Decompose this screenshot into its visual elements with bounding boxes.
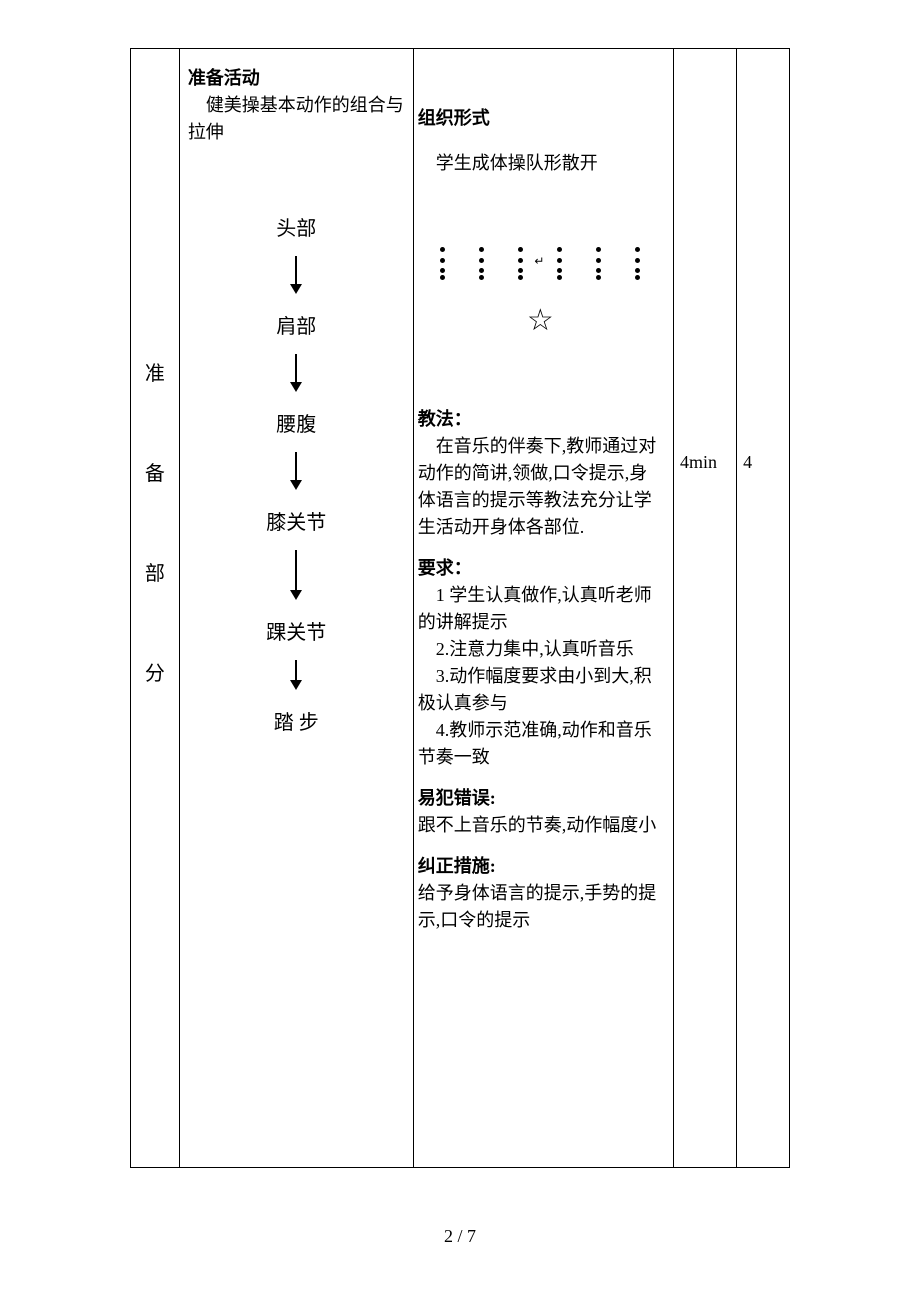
- dot-icon: [479, 258, 484, 263]
- dot-icon: [635, 275, 640, 280]
- dot-row: ↵: [440, 254, 640, 266]
- dot-icon: [596, 275, 601, 280]
- err-text: 跟不上音乐的节奏,动作幅度小: [418, 812, 663, 839]
- dot-icon: [518, 247, 523, 252]
- fix-text: 给予身体语言的提示,手势的提示,口令的提示: [418, 880, 663, 934]
- dot-icon: [557, 258, 562, 263]
- activity-title: 准备活动: [188, 65, 405, 92]
- dot-icon: [557, 247, 562, 252]
- dot-icon: [518, 258, 523, 263]
- dot-icon: [635, 258, 640, 263]
- stage-label-cell: 准 备 部 分: [131, 49, 180, 1168]
- flow-step-5: 踝关节: [266, 618, 326, 648]
- dot-icon: [596, 258, 601, 263]
- flow-step-6: 踏 步: [274, 708, 319, 738]
- arrow-down-icon: [295, 660, 297, 688]
- formation-diagram: ↵ ☆: [435, 247, 645, 336]
- lesson-table: 准 备 部 分 准备活动 健美操基本动作的组合与拉伸 头部 肩部: [130, 48, 790, 1168]
- time-value: 4min: [674, 49, 736, 476]
- arrow-down-icon: [295, 354, 297, 390]
- method-text: 在音乐的伴奏下,教师通过对动作的简讲,领做,口令提示,身体语言的提示等教法充分让…: [418, 433, 663, 541]
- flow-step-4: 膝关节: [266, 508, 326, 538]
- dot-icon: [518, 268, 523, 273]
- dot-icon: [479, 275, 484, 280]
- org-text: 学生成体操队形散开: [418, 150, 663, 177]
- star-icon: ☆: [527, 306, 554, 336]
- dot-icon: [479, 247, 484, 252]
- stage-char-2: 备: [131, 459, 179, 489]
- fix-title: 纠正措施:: [418, 853, 663, 880]
- req-3: 3.动作幅度要求由小到大,积极认真参与: [418, 663, 663, 717]
- dot-icon: [635, 268, 640, 273]
- page-number: 2 / 7: [0, 1223, 920, 1250]
- count-value: 4: [737, 49, 789, 476]
- dot-icon: [440, 247, 445, 252]
- stage-char-4: 分: [131, 659, 179, 689]
- req-2: 2.注意力集中,认真听音乐: [418, 636, 663, 663]
- dot-icon: [440, 268, 445, 273]
- req-title: 要求：: [418, 555, 663, 582]
- flow-step-2: 肩部: [276, 312, 316, 342]
- arrow-down-icon: [295, 452, 297, 488]
- dot-icon: [557, 268, 562, 273]
- method-cell: 组织形式 学生成体操队形散开 ↵: [413, 49, 673, 1168]
- dot-icon: [479, 268, 484, 273]
- activity-subtitle: 健美操基本动作的组合与拉伸: [188, 92, 405, 146]
- err-title: 易犯错误:: [418, 785, 663, 812]
- dot-icon: [596, 268, 601, 273]
- arrow-down-icon: [295, 550, 297, 598]
- count-cell: 4: [737, 49, 790, 1168]
- dot-icon: [440, 275, 445, 280]
- arrow-down-icon: [295, 256, 297, 292]
- dot-icon: [596, 247, 601, 252]
- flow-step-1: 头部: [276, 214, 316, 244]
- page: 准 备 部 分 准备活动 健美操基本动作的组合与拉伸 头部 肩部: [0, 0, 920, 1302]
- req-4: 4.教师示范准确,动作和音乐节奏一致: [418, 717, 663, 771]
- dot-icon: [635, 247, 640, 252]
- dot-icon: [557, 275, 562, 280]
- stage-char-3: 部: [131, 559, 179, 589]
- flow-step-3: 腰腹: [276, 410, 316, 440]
- dot-row: [440, 275, 640, 280]
- flow-diagram: 头部 肩部 腰腹 膝关节 踝关节 踏 步: [188, 206, 405, 746]
- org-title: 组织形式: [418, 105, 663, 132]
- dot-icon: [518, 275, 523, 280]
- activity-content: 准备活动 健美操基本动作的组合与拉伸 头部 肩部 腰腹 膝关节 踝关节: [180, 49, 413, 746]
- activity-cell: 准备活动 健美操基本动作的组合与拉伸 头部 肩部 腰腹 膝关节 踝关节: [179, 49, 413, 1168]
- method-content: 组织形式 学生成体操队形散开 ↵: [414, 49, 673, 934]
- return-icon: ↵: [534, 252, 544, 270]
- time-cell: 4min: [674, 49, 737, 1168]
- stage-char-1: 准: [131, 359, 179, 389]
- stage-label: 准 备 部 分: [131, 49, 179, 689]
- req-1: 1 学生认真做作,认真听老师的讲解提示: [418, 582, 663, 636]
- dot-icon: [440, 258, 445, 263]
- method-title: 教法：: [418, 406, 663, 433]
